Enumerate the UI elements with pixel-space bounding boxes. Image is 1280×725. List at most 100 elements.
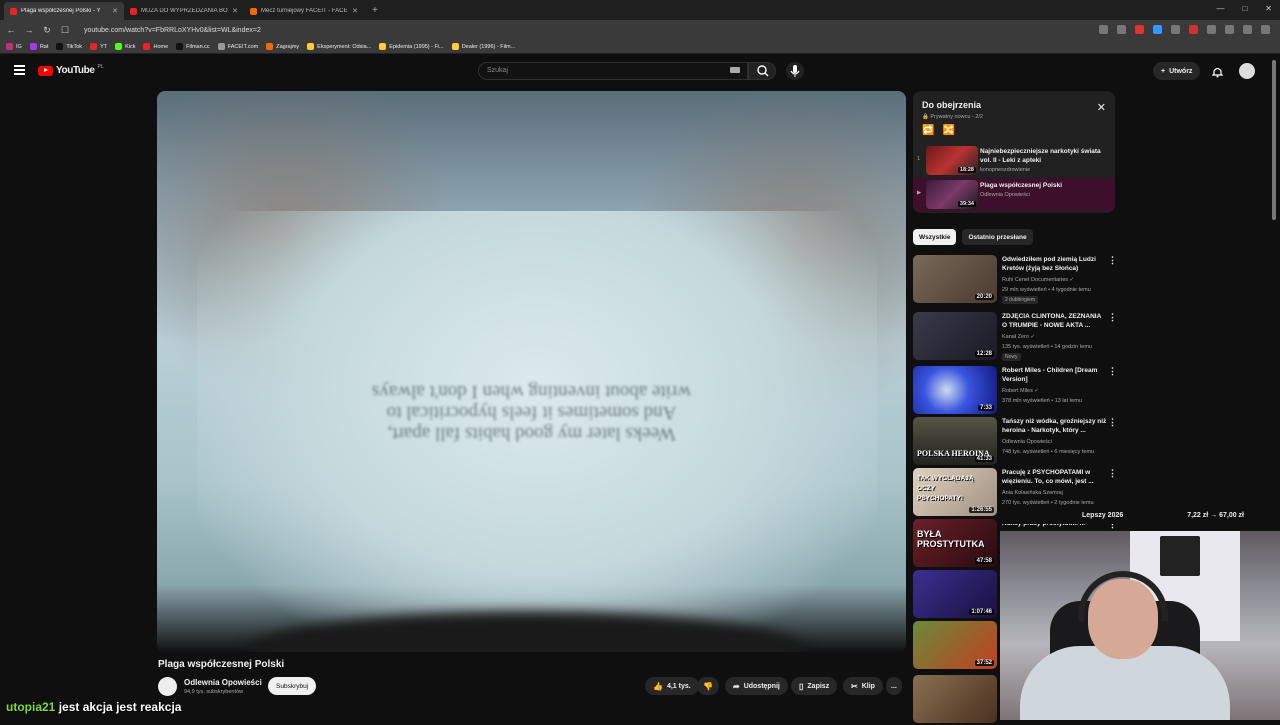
playlist-meta: 🔒 Prywatny nowcu - 2/2: [922, 114, 983, 120]
extension-icon[interactable]: [1243, 25, 1252, 34]
menu-icon[interactable]: [14, 65, 25, 77]
recommendation-thumbnail: POLSKA HEROINA 41:33: [913, 417, 997, 465]
shuffle-icon[interactable]: 🔀: [942, 125, 954, 136]
voice-search-button[interactable]: [786, 62, 804, 80]
menu-icon[interactable]: [1261, 25, 1270, 34]
recommendation-thumbnail: BYŁA PROSTYTUTKA 47:58: [913, 519, 997, 567]
search-button[interactable]: [748, 62, 776, 80]
keyboard-icon[interactable]: [730, 67, 740, 73]
faceit-favicon-icon: [250, 7, 257, 15]
recommendation-item[interactable]: POLSKA HEROINA 41:33 Tańszy niż wódka, gr…: [913, 417, 1120, 467]
recommendation-thumbnail: 20:20: [913, 255, 997, 303]
page-scrollbar[interactable]: [1272, 60, 1276, 220]
browser-tab[interactable]: Plaga współczesnej Polski - Y ✕: [4, 2, 124, 20]
youtube-header: YouTube PL Szukaj + Utwórz: [0, 56, 1280, 86]
search-input[interactable]: Szukaj: [478, 62, 748, 80]
bookmark-item[interactable]: YT: [90, 43, 107, 50]
extension-icon[interactable]: [1099, 25, 1108, 34]
close-playlist-icon[interactable]: ✕: [1097, 101, 1106, 114]
youtube-play-icon: [38, 65, 53, 76]
bookmark-item[interactable]: Epidemia (1995) - Fi...: [379, 43, 444, 50]
youtube-logo[interactable]: YouTube PL: [38, 64, 104, 76]
browser-tab[interactable]: MUZA DO WYPRZEDZANIA BO... ✕: [124, 2, 244, 20]
bookmark-item[interactable]: TikTok: [56, 43, 82, 50]
dislike-button[interactable]: 👎: [697, 677, 719, 695]
close-tab-icon[interactable]: ✕: [232, 7, 238, 15]
maximize-icon[interactable]: □: [1242, 4, 1247, 13]
extension-icon[interactable]: [1171, 25, 1180, 34]
clip-button[interactable]: ✂ Klip: [843, 677, 883, 695]
bookmark-item[interactable]: Dealer (1996) - Film...: [451, 43, 515, 50]
recommendation-item[interactable]: TAK WYGLĄDAJĄ OCZY PSYCHOPATY! 1:26:55 Pr…: [913, 468, 1120, 518]
url-field[interactable]: youtube.com/watch?v=FbRRLoXYHv0&list=WL&…: [84, 27, 261, 34]
webcam-poster: [1160, 536, 1200, 576]
bookmark-page-icon[interactable]: ☐: [60, 25, 70, 36]
notifications-bell-icon[interactable]: [1211, 65, 1224, 78]
more-options-icon[interactable]: ⋮: [1108, 468, 1117, 479]
more-options-icon[interactable]: ⋮: [1108, 417, 1117, 428]
bookmark-icon: [217, 43, 225, 50]
save-button[interactable]: ▯ Zapisz: [791, 677, 838, 695]
repeat-icon[interactable]: 🔁: [922, 125, 934, 136]
bookmark-item[interactable]: Rat: [29, 43, 48, 50]
chip-all[interactable]: Wszystkie: [913, 229, 957, 245]
extension-icon[interactable]: [1117, 25, 1126, 34]
thumbs-down-icon: 👎: [703, 681, 713, 691]
more-actions-button[interactable]: ...: [886, 677, 902, 695]
recommendation-item[interactable]: 20:20 Odwiedziłem pod ziemią Ludzi Kretó…: [913, 255, 1120, 305]
extension-icon[interactable]: [1189, 25, 1198, 34]
recommendation-thumbnail: [913, 675, 997, 723]
playlist-item-channel: Odlewnia Opowieści: [980, 192, 1030, 198]
extension-icon[interactable]: [1153, 25, 1162, 34]
mic-icon: [790, 65, 800, 77]
extension-icon[interactable]: [1135, 25, 1144, 34]
playlist-thumbnail: 18:28: [926, 146, 978, 175]
download-icon[interactable]: [1225, 25, 1234, 34]
bookmark-item[interactable]: IG: [6, 43, 22, 50]
account-avatar[interactable]: [1239, 63, 1255, 79]
channel-avatar[interactable]: [158, 677, 177, 696]
playlist-item[interactable]: 1 18:28 Najniebezpieczniejsze narkotyki …: [913, 144, 1115, 177]
now-playing-icon: ▶: [917, 190, 922, 196]
tab-label: MUZA DO WYPRZEDZANIA BO...: [141, 8, 229, 14]
close-window-icon[interactable]: ✕: [1265, 4, 1272, 13]
recommendation-item[interactable]: 7:33 Robert Miles - Children [Dream Vers…: [913, 366, 1120, 416]
extension-icon[interactable]: [1207, 25, 1216, 34]
browser-tab[interactable]: Mecz turniejowy FACEIT - FACEIT.com✕: [244, 2, 364, 20]
share-button[interactable]: ➦ Udostępnij: [725, 677, 788, 695]
bookmark-item[interactable]: FACEIT.com: [217, 43, 258, 50]
bookmark-item[interactable]: Zagrajmy: [266, 43, 299, 50]
subscribe-button[interactable]: Subskrybuj: [268, 677, 317, 695]
playlist-title: Do obejrzenia: [922, 100, 982, 110]
minimize-icon[interactable]: —: [1216, 4, 1224, 13]
more-options-icon[interactable]: ⋮: [1108, 312, 1117, 323]
like-button[interactable]: 👍 4,1 tys.: [645, 677, 699, 695]
duration-badge: 18:28: [957, 167, 976, 173]
recommendation-meta: 270 tys. wyświetleń • 2 tygodnie temu: [1002, 500, 1094, 506]
chat-message: jest akcja jest reakcja: [58, 700, 182, 714]
reload-icon[interactable]: ↻: [42, 25, 52, 36]
more-options-icon[interactable]: ⋮: [1108, 255, 1117, 266]
video-player[interactable]: Weeks later my good habits fall apart, A…: [157, 91, 906, 652]
back-icon[interactable]: ←: [6, 25, 16, 35]
bookmark-icon: [29, 43, 37, 50]
bookmark-item[interactable]: Kick: [115, 43, 135, 50]
playlist-item-current[interactable]: ▶ 39:34 Plaga współczesnej Polski Odlewn…: [913, 178, 1115, 211]
recommendation-thumbnail: 7:33: [913, 366, 997, 414]
channel-name[interactable]: Odlewnia Opowieści: [184, 678, 262, 687]
bookmark-item[interactable]: Filman.cc: [176, 43, 210, 50]
bookmark-item[interactable]: Home: [143, 43, 168, 50]
youtube-icon: [90, 43, 98, 50]
close-tab-icon[interactable]: ✕: [352, 7, 358, 15]
recommendation-item[interactable]: 12:28 ZDJĘCIA CLINTONA, ZEZNANIA O TRUMP…: [913, 312, 1120, 362]
forward-icon[interactable]: →: [24, 25, 34, 35]
recommendation-thumbnail: 37:52: [913, 621, 997, 669]
create-button[interactable]: + Utwórz: [1153, 62, 1201, 80]
new-tab-button[interactable]: +: [364, 2, 386, 20]
recommendation-title: Pracuję z PSYCHOPATAMI w więzieniu. To, …: [1002, 469, 1094, 485]
close-tab-icon[interactable]: ✕: [112, 7, 118, 15]
chip-recent[interactable]: Ostatnio przesłane: [962, 229, 1033, 245]
more-options-icon[interactable]: ⋮: [1108, 366, 1117, 377]
bookmark-item[interactable]: Eksperyment: Odsia...: [307, 43, 371, 50]
recommendation-channel: Odlewnia Opowieści: [1002, 439, 1052, 445]
